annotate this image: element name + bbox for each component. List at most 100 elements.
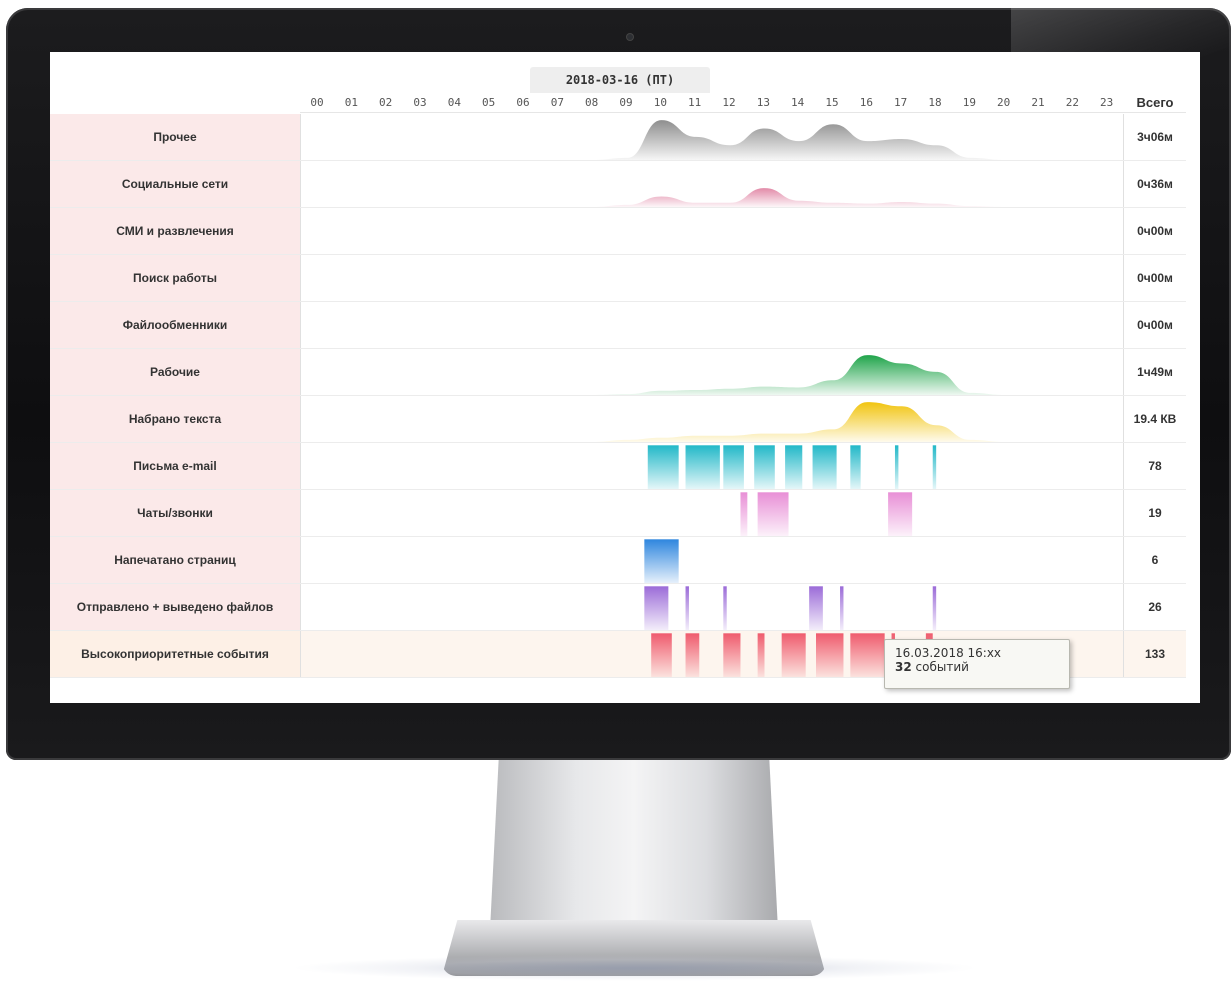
timeline-chart [301,188,1108,207]
date-tab[interactable]: 2018-03-16 (ПТ) [530,67,710,93]
event-bar[interactable] [932,586,937,630]
row-label: Письма e-mail [50,443,300,489]
tooltip-unit: событий [915,660,969,674]
event-bar[interactable] [647,445,679,489]
hour-label: 19 [962,96,976,109]
hour-label: 21 [1031,96,1045,109]
activity-row[interactable]: Поиск работы 0ч00м [50,255,1186,302]
event-bar[interactable] [816,633,844,677]
row-label: Рабочие [50,349,300,395]
event-bar[interactable] [757,492,789,536]
tooltip-date: 16.03.2018 16:xx [895,646,1002,660]
row-timeline[interactable] [300,114,1124,160]
row-timeline[interactable] [300,537,1124,583]
row-label: Высокоприоритетные события [50,631,300,677]
event-bar[interactable] [723,586,727,630]
row-label: Чаты/звонки [50,490,300,536]
row-timeline[interactable] [300,443,1124,489]
event-bar[interactable] [651,633,672,677]
row-timeline[interactable] [300,208,1124,254]
row-timeline[interactable] [300,255,1124,301]
row-total: 0ч00м [1137,271,1173,285]
event-bar[interactable] [894,445,899,489]
hour-label: 16 [859,96,873,109]
activity-area [301,402,1108,442]
hour-label: 06 [516,96,530,109]
timeline-chart [644,539,679,583]
row-total: 26 [1148,600,1162,614]
event-tooltip: 16.03.2018 16:xx 32 событий [884,639,1070,689]
row-total: 0ч36м [1137,177,1173,191]
row-total: 0ч00м [1137,318,1173,332]
event-bar[interactable] [685,445,720,489]
event-bar[interactable] [723,445,744,489]
timeline-chart [301,402,1108,442]
event-bar[interactable] [644,586,669,630]
row-timeline[interactable] [300,490,1124,536]
event-bar[interactable] [785,445,803,489]
event-bar[interactable] [685,633,700,677]
row-label: Отправлено + выведено файлов [50,584,300,630]
activity-row[interactable]: Социальные сети 0ч36м [50,161,1186,208]
row-timeline[interactable] [300,161,1124,207]
event-bar[interactable] [850,633,885,677]
timeline-chart [301,208,1125,254]
activity-row[interactable]: Набрано текста 19.4 КВ [50,396,1186,443]
event-bar[interactable] [754,445,775,489]
monitor-stand-shadow [290,955,980,981]
row-label: Набрано текста [50,396,300,442]
event-bar[interactable] [781,633,806,677]
hour-label: 13 [756,96,770,109]
activity-row[interactable]: Файлообменники 0ч00м [50,302,1186,349]
hour-label: 05 [482,96,496,109]
hour-label: 23 [1100,96,1114,109]
activity-row[interactable]: Чаты/звонки 19 [50,490,1186,537]
hour-label: 12 [722,96,736,109]
screen: 2018-03-16 (ПТ) Всего 00 01 02 03 04 05 06 07 08… [50,52,1200,703]
hour-label: 20 [997,96,1011,109]
webcam-icon [627,34,633,40]
row-total: 0ч00м [1137,224,1173,238]
row-label: Файлообменники [50,302,300,348]
event-bar[interactable] [685,586,689,630]
event-bar[interactable] [932,445,937,489]
activity-row[interactable]: Прочее 3ч06м [50,114,1186,161]
row-timeline[interactable] [300,349,1124,395]
row-timeline[interactable] [300,396,1124,442]
hour-label: 10 [653,96,667,109]
hour-header: Всего 00 01 02 03 04 05 06 07 08 09 10 11 12 13 14 15 16… [300,93,1186,113]
activity-row[interactable]: Отправлено + выведено файлов 26 [50,584,1186,631]
hour-label: 00 [310,96,324,109]
event-bar[interactable] [840,586,844,630]
activity-row[interactable]: Напечатано страниц 6 [50,537,1186,584]
row-total: 19.4 КВ [1133,412,1177,426]
row-label: Поиск работы [50,255,300,301]
hour-label: 15 [825,96,839,109]
event-bar[interactable] [740,492,748,536]
event-bar[interactable] [809,586,823,630]
row-total: 78 [1148,459,1162,473]
row-total: 133 [1144,647,1166,661]
hour-label: 08 [585,96,599,109]
row-timeline[interactable] [300,584,1124,630]
activity-row[interactable]: Письма e-mail 78 [50,443,1186,490]
activity-row[interactable]: Рабочие 1ч49м [50,349,1186,396]
hour-label: 03 [413,96,427,109]
hour-label: 18 [928,96,942,109]
event-bar[interactable] [850,445,861,489]
timeline-chart [301,302,1125,348]
row-total: 6 [1151,553,1159,567]
event-bar[interactable] [812,445,837,489]
event-bar[interactable] [888,492,913,536]
hour-label: 07 [550,96,564,109]
timeline-chart [301,255,1125,301]
hour-label: 09 [619,96,633,109]
activity-row[interactable]: СМИ и развлечения 0ч00м [50,208,1186,255]
row-timeline[interactable] [300,302,1124,348]
event-bar[interactable] [757,633,765,677]
timeline-chart [644,586,937,630]
total-column-header: Всего [1136,95,1174,110]
activity-area [301,188,1108,207]
event-bar[interactable] [644,539,679,583]
event-bar[interactable] [723,633,741,677]
